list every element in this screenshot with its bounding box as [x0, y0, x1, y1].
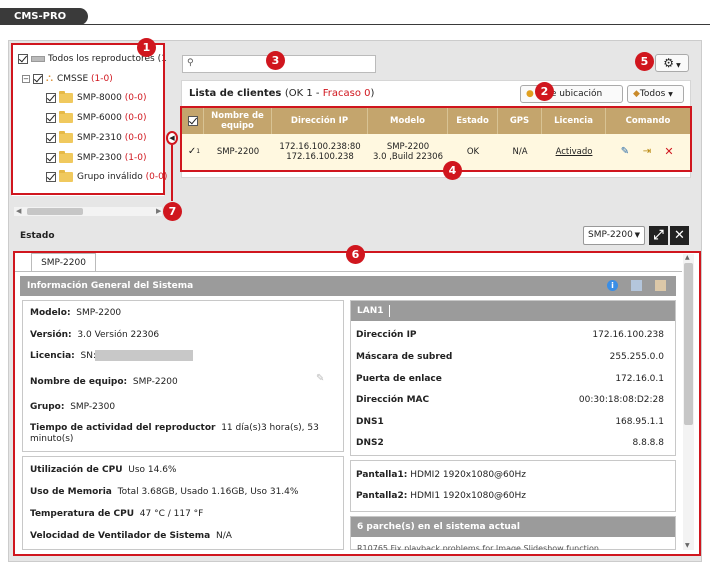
scroll-left-icon[interactable]: ◀: [16, 207, 21, 215]
device-select[interactable]: SMP-2200 ▼: [583, 226, 645, 245]
chevron-down-icon: ▼: [668, 91, 673, 98]
pin-icon: ●: [526, 89, 534, 99]
close-icon: ✕: [674, 228, 685, 243]
gear-icon: ⚙: [663, 56, 675, 70]
chevron-down-icon: ▼: [676, 62, 681, 69]
highlight-box-1: [11, 43, 165, 195]
header-divider: [0, 24, 710, 25]
scroll-right-icon[interactable]: ▶: [156, 207, 161, 215]
clients-fail-count: Fracaso 0: [322, 88, 371, 99]
highlight-box-4: [180, 106, 692, 172]
device-select-value: SMP-2200: [588, 230, 633, 240]
marker-5: 5: [635, 52, 654, 71]
clients-ok-count: (OK 1 -: [284, 88, 323, 99]
app-brand: CMS-PRO: [0, 8, 88, 25]
search-icon: ⚲: [187, 58, 194, 68]
panel-collapse-icon[interactable]: ◀: [166, 131, 178, 145]
marker-4: 4: [443, 161, 462, 180]
marker-6: 6: [346, 245, 365, 264]
clients-title-text: Lista de clientes: [189, 88, 282, 99]
marker-1: 1: [137, 38, 156, 57]
tag-icon: ◆: [633, 89, 640, 99]
expand-button[interactable]: ⤢: [649, 226, 668, 245]
status-label: Estado: [20, 231, 55, 241]
settings-button[interactable]: ⚙ ▼: [655, 54, 689, 72]
close-button[interactable]: ✕: [670, 226, 689, 245]
filter-dropdown-label: Todos: [639, 89, 666, 99]
marker-2: 2: [535, 82, 554, 101]
expand-icon: ⤢: [653, 228, 664, 243]
clients-close-paren: ): [370, 88, 375, 99]
filter-dropdown[interactable]: ◆Todos ▼: [627, 85, 684, 103]
tree-scroll-thumb[interactable]: [27, 208, 83, 215]
clients-title: Lista de clientes (OK 1 - Fracaso 0): [189, 88, 374, 99]
marker-7-connector: [171, 145, 173, 201]
chevron-down-icon: ▼: [634, 231, 640, 239]
marker-7: 7: [163, 202, 182, 221]
marker-3: 3: [266, 51, 285, 70]
highlight-box-6: [13, 251, 701, 556]
